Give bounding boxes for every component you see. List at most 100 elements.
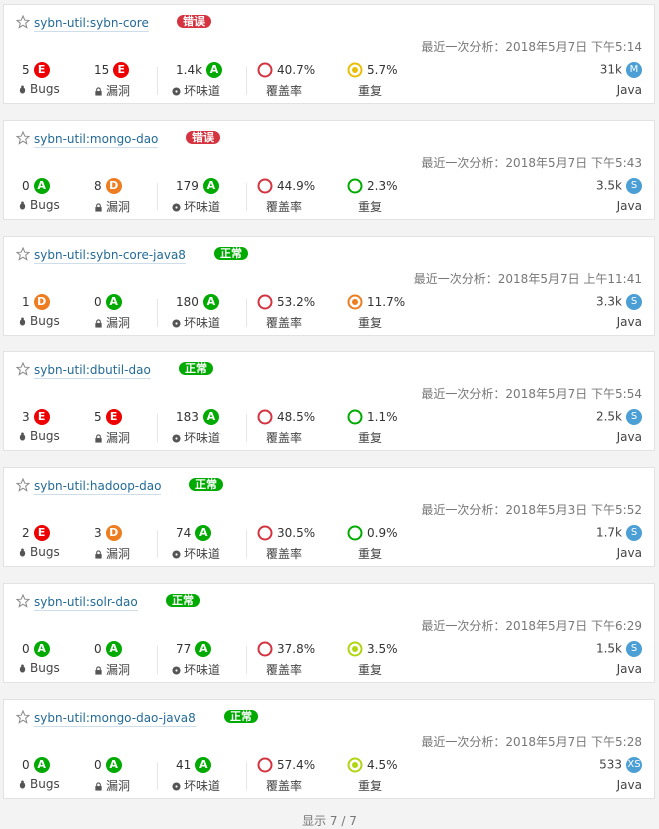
smells-metric[interactable]: 77 A <box>176 641 212 657</box>
project-name-link[interactable]: sybn-util:mongo-dao-java8 <box>34 711 196 727</box>
vulns-label: 漏洞 <box>94 545 130 562</box>
duplications-metric[interactable]: 0.9% <box>347 525 398 541</box>
duplications-icon <box>347 409 363 425</box>
smells-count: 41 <box>176 757 192 772</box>
bugs-label: Bugs <box>18 82 60 96</box>
smells-metric[interactable]: 183 A <box>176 409 219 426</box>
duplications-value: 3.5% <box>367 642 398 656</box>
duplications-metric[interactable]: 5.7% <box>347 62 398 78</box>
favorite-star-icon[interactable] <box>16 478 30 492</box>
smells-label: 坏味道 <box>172 661 220 678</box>
size-rating-badge: XS <box>626 756 642 773</box>
favorite-star-icon[interactable] <box>16 362 30 377</box>
coverage-value: 53.2% <box>277 294 316 309</box>
project-name-link[interactable]: sybn-util:hadoop-dao <box>34 479 162 496</box>
lines-of-code: 2.5k <box>595 409 622 424</box>
vulns-metric[interactable]: 15 E <box>94 62 130 78</box>
coverage-metric[interactable]: 30.5% <box>257 525 315 541</box>
vulns-metric[interactable]: 0A <box>94 756 122 773</box>
last-analysis-value: 2018年5月7日 下午6:29 <box>505 619 642 633</box>
smells-metric[interactable]: 74 A <box>176 525 212 542</box>
bugs-count: 1 <box>22 294 30 309</box>
lock-icon <box>95 782 102 791</box>
lines-of-code: 3.5k <box>595 178 622 193</box>
coverage-metric[interactable]: 57.4% <box>257 757 315 773</box>
smells-label-text: 坏味道 <box>184 199 221 214</box>
project-name-link[interactable]: sybn-util:dbutil-dao <box>34 363 151 380</box>
radiation-icon <box>172 550 181 559</box>
coverage-label: 覆盖率 <box>266 431 303 446</box>
coverage-metric[interactable]: 48.5% <box>257 409 315 425</box>
duplications-metric[interactable]: 1.1% <box>347 409 398 425</box>
project-name-link[interactable]: sybn-util:solr-dao <box>34 595 138 611</box>
vulns-label-text: 漏洞 <box>106 547 131 562</box>
duplications-metric[interactable]: 3.5% <box>347 641 398 657</box>
size-rating-badge: S <box>626 641 642 657</box>
favorite-star-icon[interactable] <box>16 130 30 145</box>
coverage-donut-icon <box>257 757 273 773</box>
smells-metric[interactable]: 41 A <box>176 756 212 773</box>
vulns-metric[interactable]: 0A <box>94 641 122 657</box>
bugs-metric[interactable]: 5E <box>22 62 50 78</box>
coverage-donut-icon <box>257 62 273 78</box>
metric-separator <box>157 530 158 559</box>
coverage-label: 覆盖率 <box>266 663 303 677</box>
vulns-label-text: 漏洞 <box>106 84 131 98</box>
coverage-metric[interactable]: 40.7% <box>257 62 315 78</box>
smells-rating-badge: A <box>202 177 219 194</box>
duplications-metric[interactable]: 11.7% <box>347 294 405 310</box>
bugs-rating-badge: D <box>33 293 50 310</box>
coverage-metric[interactable]: 53.2% <box>257 294 315 310</box>
bugs-label: Bugs <box>18 661 60 675</box>
smells-metric[interactable]: 1.4k A <box>176 62 223 78</box>
bugs-label-text: Bugs <box>30 313 60 328</box>
quality-gate-badge: 正常 <box>214 246 248 260</box>
bugs-rating-badge: A <box>33 177 50 194</box>
bugs-metric[interactable]: 0A <box>22 641 50 657</box>
coverage-metric[interactable]: 44.9% <box>257 178 315 194</box>
smells-label-text: 坏味道 <box>184 663 221 677</box>
bugs-label-text: Bugs <box>30 429 60 444</box>
smells-rating-badge: A <box>202 293 219 310</box>
project-name-link[interactable]: sybn-util:mongo-dao <box>34 132 159 148</box>
coverage-value: 30.5% <box>277 526 316 541</box>
duplications-value: 0.9% <box>367 526 398 541</box>
bugs-count: 0 <box>22 642 30 656</box>
bugs-metric[interactable]: 0A <box>22 177 50 194</box>
favorite-star-icon[interactable] <box>16 246 30 261</box>
vulns-label: 漏洞 <box>94 429 130 446</box>
bugs-metric[interactable]: 2E <box>22 525 50 542</box>
vulns-rating-badge: A <box>105 641 122 657</box>
vulns-count: 0 <box>94 642 102 656</box>
duplications-metric[interactable]: 2.3% <box>347 178 398 194</box>
vulns-metric[interactable]: 8D <box>94 177 122 194</box>
coverage-label: 覆盖率 <box>266 315 303 330</box>
favorite-star-icon[interactable] <box>16 15 30 29</box>
duplications-label: 重复 <box>358 547 383 562</box>
bugs-rating-badge: A <box>33 756 50 773</box>
coverage-value: 37.8% <box>277 642 316 656</box>
last-analysis-date: 最近一次分析：2018年5月7日 下午5:54 <box>421 385 642 402</box>
metric-separator <box>157 414 158 443</box>
favorite-star-icon[interactable] <box>16 709 30 724</box>
favorite-star-icon[interactable] <box>16 594 30 608</box>
vulns-metric[interactable]: 0A <box>94 293 122 310</box>
bugs-metric[interactable]: 0A <box>22 756 50 773</box>
pagination-footer: 显示 7 / 7 <box>302 814 357 828</box>
coverage-donut-icon <box>257 409 273 425</box>
last-analysis-date: 最近一次分析：2018年5月3日 下午5:52 <box>421 501 642 518</box>
duplications-metric[interactable]: 4.5% <box>347 757 398 773</box>
project-name-link[interactable]: sybn-util:sybn-core-java8 <box>34 248 186 264</box>
bugs-metric[interactable]: 1D <box>22 293 50 310</box>
vulns-label: 漏洞 <box>94 82 130 99</box>
metric-separator <box>157 646 158 674</box>
smells-label: 坏味道 <box>172 198 220 215</box>
vulns-metric[interactable]: 5E <box>94 409 122 426</box>
bugs-metric[interactable]: 3E <box>22 409 50 426</box>
project-name-link[interactable]: sybn-util:sybn-core <box>34 16 149 32</box>
coverage-metric[interactable]: 37.8% <box>257 641 315 657</box>
radiation-icon <box>172 203 181 212</box>
smells-metric[interactable]: 180 A <box>176 293 219 310</box>
vulns-metric[interactable]: 3D <box>94 525 122 542</box>
smells-metric[interactable]: 179 A <box>176 177 219 194</box>
